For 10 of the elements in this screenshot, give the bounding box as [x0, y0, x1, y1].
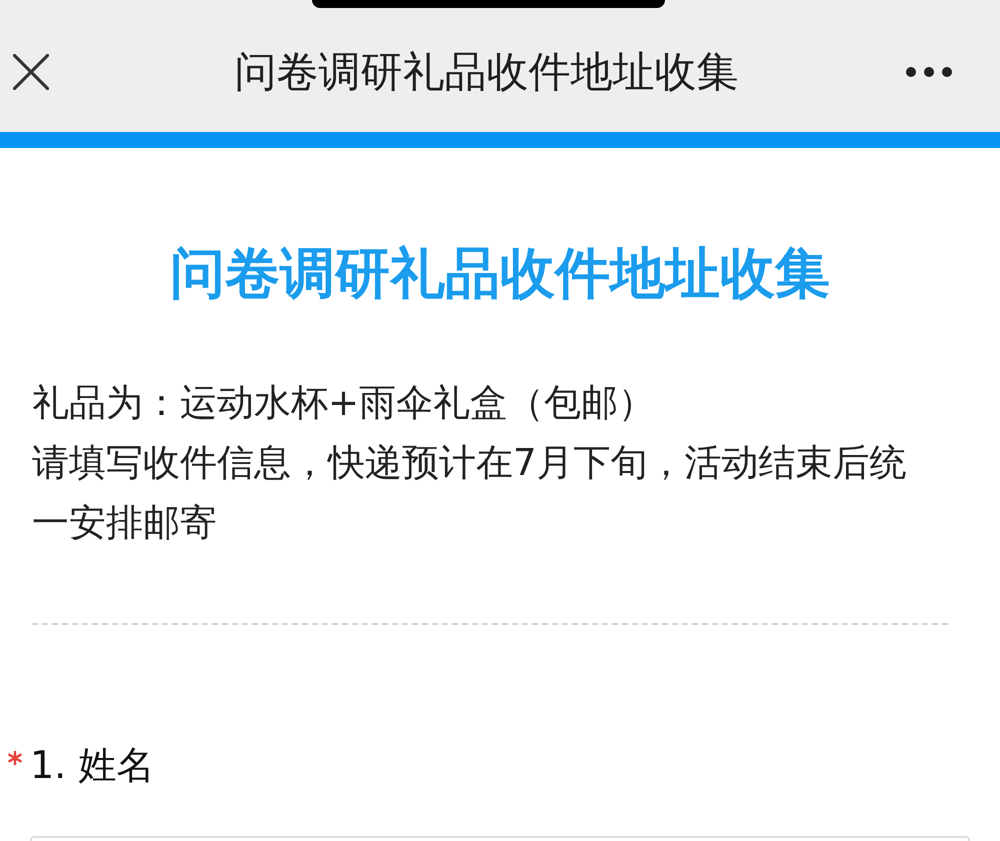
form-title: 问卷调研礼品收件地址收集: [169, 242, 831, 304]
more-button[interactable]: [906, 67, 952, 77]
form-description: 请填写收件信息，快递预计在7月下旬，活动结束后统一安排邮寄: [32, 440, 908, 546]
answer-input-field[interactable]: [30, 836, 970, 841]
close-icon: [13, 54, 49, 90]
form-description: 礼品为：运动水杯+雨伞礼盒（包邮）: [32, 380, 656, 426]
question-label: 1. 姓名: [30, 742, 154, 789]
page-title: 问卷调研礼品收件地址收集: [234, 46, 740, 98]
more-icon: [906, 67, 952, 77]
close-button[interactable]: [13, 54, 49, 90]
